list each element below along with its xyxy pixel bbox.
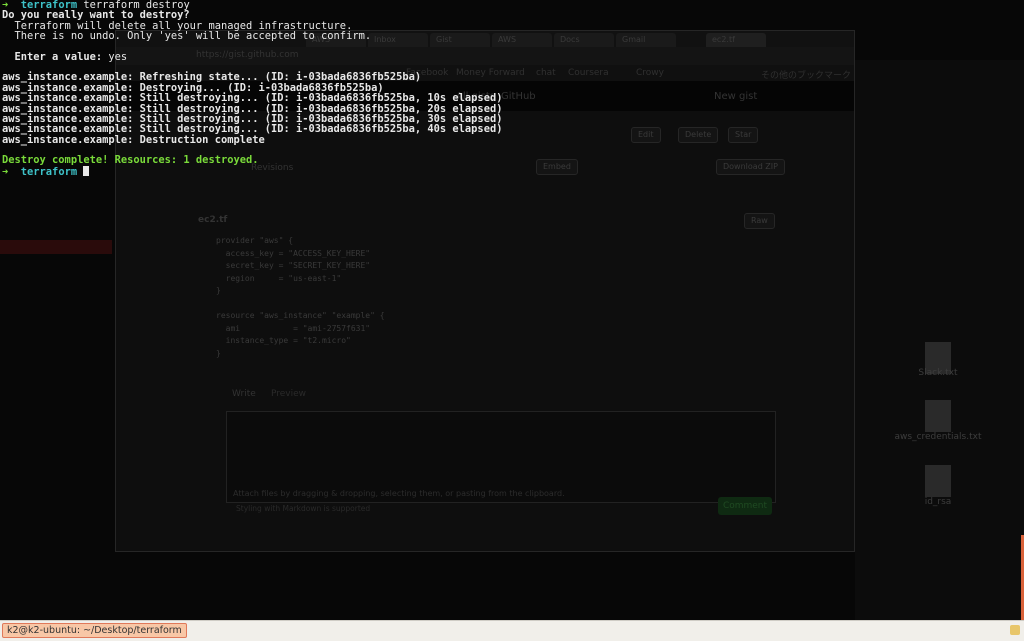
write-tab[interactable]: Write bbox=[232, 389, 256, 399]
file-icon[interactable] bbox=[925, 465, 951, 497]
terminal-line: aws_instance.example: Destruction comple… bbox=[2, 133, 265, 146]
terminal-line: There is no undo. Only 'yes' will be acc… bbox=[2, 30, 372, 43]
terminal-text: Destroy complete! Resources: 1 destroyed… bbox=[2, 154, 259, 167]
terminal-line: Destroy complete! Resources: 1 destroyed… bbox=[2, 155, 258, 165]
terminal-output[interactable]: ➜ terraform terraform destroy Do you real… bbox=[0, 0, 1024, 180]
taskbar: k2@k2-ubuntu: ~/Desktop/terraform bbox=[0, 620, 1024, 641]
text-cursor bbox=[83, 165, 90, 176]
preview-tab[interactable]: Preview bbox=[271, 389, 306, 399]
terminal-line: ➜ terraform bbox=[2, 165, 90, 178]
terminal-line: Enter a value: yes bbox=[2, 50, 128, 63]
taskbar-terminal-item[interactable]: k2@k2-ubuntu: ~/Desktop/terraform bbox=[2, 623, 187, 638]
raw-button[interactable]: Raw bbox=[744, 213, 775, 229]
file-name: ec2.tf bbox=[198, 215, 228, 225]
comment-textarea[interactable]: Attach files by dragging & dropping, sel… bbox=[226, 411, 776, 503]
desktop-file-label: Slack.txt bbox=[918, 368, 958, 378]
comment-button[interactable]: Comment bbox=[718, 497, 772, 515]
prompt-arrow-icon: ➜ bbox=[2, 165, 9, 178]
background-highlight bbox=[0, 240, 112, 254]
terminal-text: aws_instance.example: Destruction comple… bbox=[2, 133, 265, 146]
code-block: provider "aws" { access_key = "ACCESS_KE… bbox=[216, 236, 385, 358]
notification-icon[interactable] bbox=[1010, 625, 1020, 635]
terminal-text: There is no undo. Only 'yes' will be acc… bbox=[2, 30, 372, 43]
input-value: yes bbox=[102, 50, 128, 63]
prompt-directory: terraform bbox=[20, 165, 78, 178]
desktop-file-label: id_rsa bbox=[924, 497, 952, 507]
markdown-hint: Styling with Markdown is supported bbox=[236, 504, 371, 513]
input-prompt-label: Enter a value: bbox=[2, 50, 103, 63]
desktop-file-label: aws_credentials.txt bbox=[894, 432, 982, 442]
file-icon[interactable] bbox=[925, 400, 951, 432]
attach-hint: Attach files by dragging & dropping, sel… bbox=[233, 489, 565, 498]
